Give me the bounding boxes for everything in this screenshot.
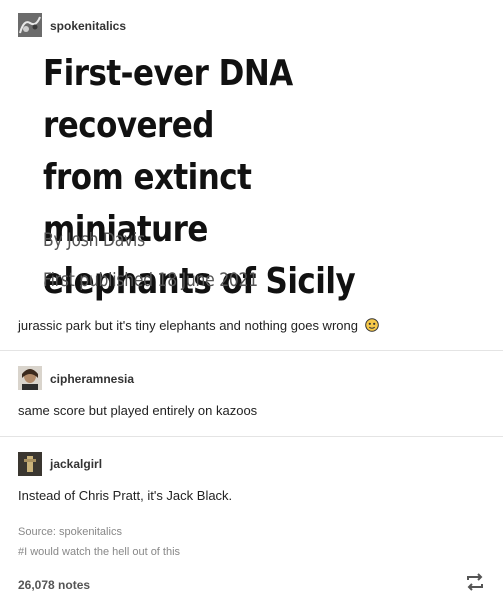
headline-line-1: First-ever DNA recovered [43,53,293,146]
reblog-icon [467,573,483,591]
username-spokenitalics[interactable]: spokenitalics [50,19,126,33]
username-cipheramnesia[interactable]: cipheramnesia [50,372,134,386]
article-published-date: First published 18 June 2021 [43,269,258,291]
post-tag[interactable]: #I would watch the hell out of this [18,546,180,558]
divider-1 [0,350,503,351]
avatar-jackalgirl[interactable] [18,452,42,476]
reblog2-text: Instead of Chris Pratt, it's Jack Black. [18,488,233,503]
source-link[interactable]: Source: spokenitalics [18,526,122,538]
article-byline: By Josh Davis [43,229,145,251]
username-jackalgirl[interactable]: jackalgirl [50,457,102,471]
divider-2 [0,436,503,437]
avatar-cipheramnesia[interactable] [18,366,42,390]
avatar-spokenitalics[interactable] [18,13,42,37]
post-caption: jurassic park but it's tiny elephants an… [18,318,379,333]
notes-count[interactable]: 26,078 notes [18,578,90,592]
smiley-emoji-icon [364,318,379,332]
post-caption-text: jurassic park but it's tiny elephants an… [18,318,358,333]
reblog-button[interactable] [464,571,486,593]
reblog1-text: same score but played entirely on kazoos [18,403,258,418]
